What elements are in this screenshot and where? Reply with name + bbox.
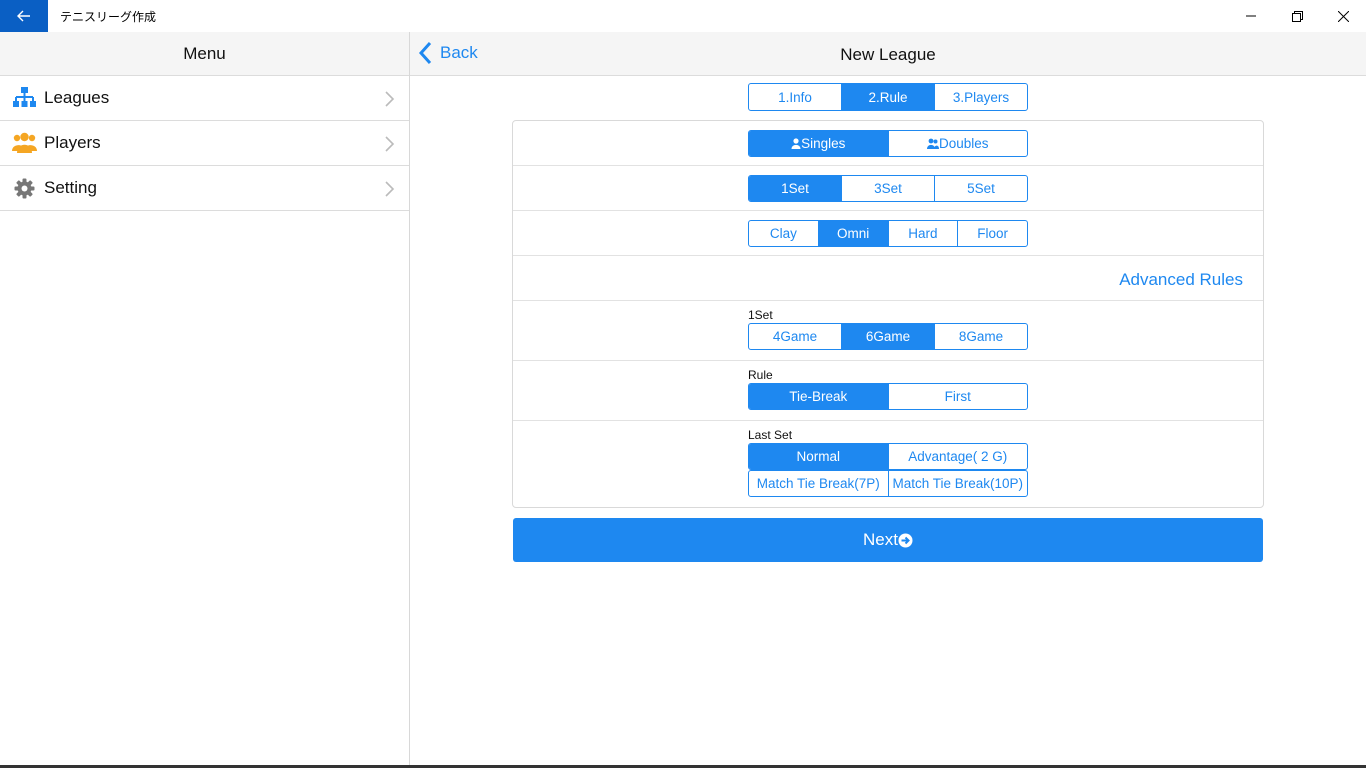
users-icon	[12, 132, 37, 153]
sidebar-item-label: Leagues	[44, 88, 110, 107]
restore-button[interactable]	[1274, 0, 1320, 32]
main-header: Back New League	[410, 32, 1366, 76]
user-icon	[791, 138, 801, 149]
sidebar-item-leagues[interactable]: Leagues	[0, 76, 409, 121]
titlebar-back-button[interactable]	[0, 0, 48, 32]
game-option-6[interactable]: 6Game	[841, 324, 934, 349]
singles-label: Singles	[801, 136, 846, 151]
last-set-label: Last Set	[748, 428, 793, 442]
chevron-right-icon	[385, 181, 395, 197]
surface-hard[interactable]: Hard	[887, 221, 958, 246]
match-type-selector: Singles Doubles	[748, 130, 1028, 157]
next-button[interactable]: Next	[513, 518, 1263, 562]
doubles-option[interactable]: Doubles	[887, 131, 1028, 156]
arrow-circle-right-icon	[898, 533, 913, 547]
games-selector: 4Game 6Game 8Game	[748, 323, 1028, 350]
sitemap-icon	[13, 87, 36, 107]
main-content: Back New League 1.Info 2.Rule 3.Players …	[410, 32, 1366, 768]
tab-rule[interactable]: 2.Rule	[841, 84, 934, 110]
minimize-button[interactable]	[1228, 0, 1274, 32]
set-option-3[interactable]: 3Set	[841, 176, 934, 201]
surface-floor[interactable]: Floor	[957, 221, 1027, 246]
surface-clay[interactable]: Clay	[749, 221, 818, 246]
games-label: 1Set	[748, 308, 773, 322]
surface-selector: Clay Omni Hard Floor	[748, 220, 1028, 247]
restore-icon	[1291, 10, 1303, 22]
minimize-icon	[1246, 15, 1256, 17]
last-set-selector-bottom: Match Tie Break(7P) Match Tie Break(10P)	[748, 470, 1028, 497]
last-set-match-tie-break-10[interactable]: Match Tie Break(10P)	[887, 471, 1028, 496]
users-icon	[926, 138, 939, 149]
arrow-left-icon	[17, 10, 30, 22]
set-option-5[interactable]: 5Set	[934, 176, 1027, 201]
sidebar-item-players[interactable]: Players	[0, 121, 409, 166]
page-title: New League	[840, 45, 936, 64]
tab-players[interactable]: 3.Players	[934, 84, 1027, 110]
last-set-normal[interactable]: Normal	[749, 444, 888, 469]
last-set-selector-top: Normal Advantage( 2 G)	[748, 443, 1028, 470]
sets-selector: 1Set 3Set 5Set	[748, 175, 1028, 202]
tab-info[interactable]: 1.Info	[749, 84, 841, 110]
sidebar-item-setting[interactable]: Setting	[0, 166, 409, 211]
last-set-row: Last Set Normal Advantage( 2 G) Match Ti…	[513, 421, 1263, 507]
doubles-label: Doubles	[938, 136, 989, 151]
gear-icon	[14, 178, 35, 199]
games-row: 1Set 4Game 6Game 8Game	[513, 301, 1263, 361]
set-option-1[interactable]: 1Set	[749, 176, 841, 201]
last-set-match-tie-break-7[interactable]: Match Tie Break(7P)	[749, 471, 888, 496]
rule-selector: Tie-Break First	[748, 383, 1028, 410]
singles-option[interactable]: Singles	[749, 131, 888, 156]
advanced-rules-link[interactable]: Advanced Rules	[1119, 270, 1243, 290]
close-button[interactable]	[1320, 0, 1366, 32]
step-tabs: 1.Info 2.Rule 3.Players	[748, 83, 1028, 111]
rules-panel: Singles Doubles 1Set 3Set 5Set Clay Omni…	[512, 120, 1264, 508]
game-option-8[interactable]: 8Game	[934, 324, 1027, 349]
rule-label: Rule	[748, 368, 773, 382]
rule-row: Rule Tie-Break First	[513, 361, 1263, 421]
title-bar: テニスリーグ作成	[0, 0, 1366, 32]
surface-row: Clay Omni Hard Floor	[513, 211, 1263, 256]
chevron-right-icon	[385, 136, 395, 152]
last-set-advantage[interactable]: Advantage( 2 G)	[887, 444, 1028, 469]
next-label: Next	[863, 530, 898, 549]
window-title: テニスリーグ作成	[60, 10, 157, 24]
chevron-right-icon	[385, 91, 395, 107]
sidebar-header: Menu	[0, 32, 409, 76]
game-option-4[interactable]: 4Game	[749, 324, 841, 349]
rule-first[interactable]: First	[887, 384, 1028, 409]
surface-omni[interactable]: Omni	[817, 221, 888, 246]
sidebar-item-label: Setting	[44, 178, 97, 197]
sidebar: Menu Leagues Players Setting	[0, 32, 410, 768]
rule-tie-break[interactable]: Tie-Break	[749, 384, 888, 409]
sidebar-item-label: Players	[44, 133, 101, 152]
match-type-row: Singles Doubles	[513, 121, 1263, 166]
sets-row: 1Set 3Set 5Set	[513, 166, 1263, 211]
close-icon	[1337, 10, 1349, 22]
advanced-rules-row: Advanced Rules	[513, 256, 1263, 301]
